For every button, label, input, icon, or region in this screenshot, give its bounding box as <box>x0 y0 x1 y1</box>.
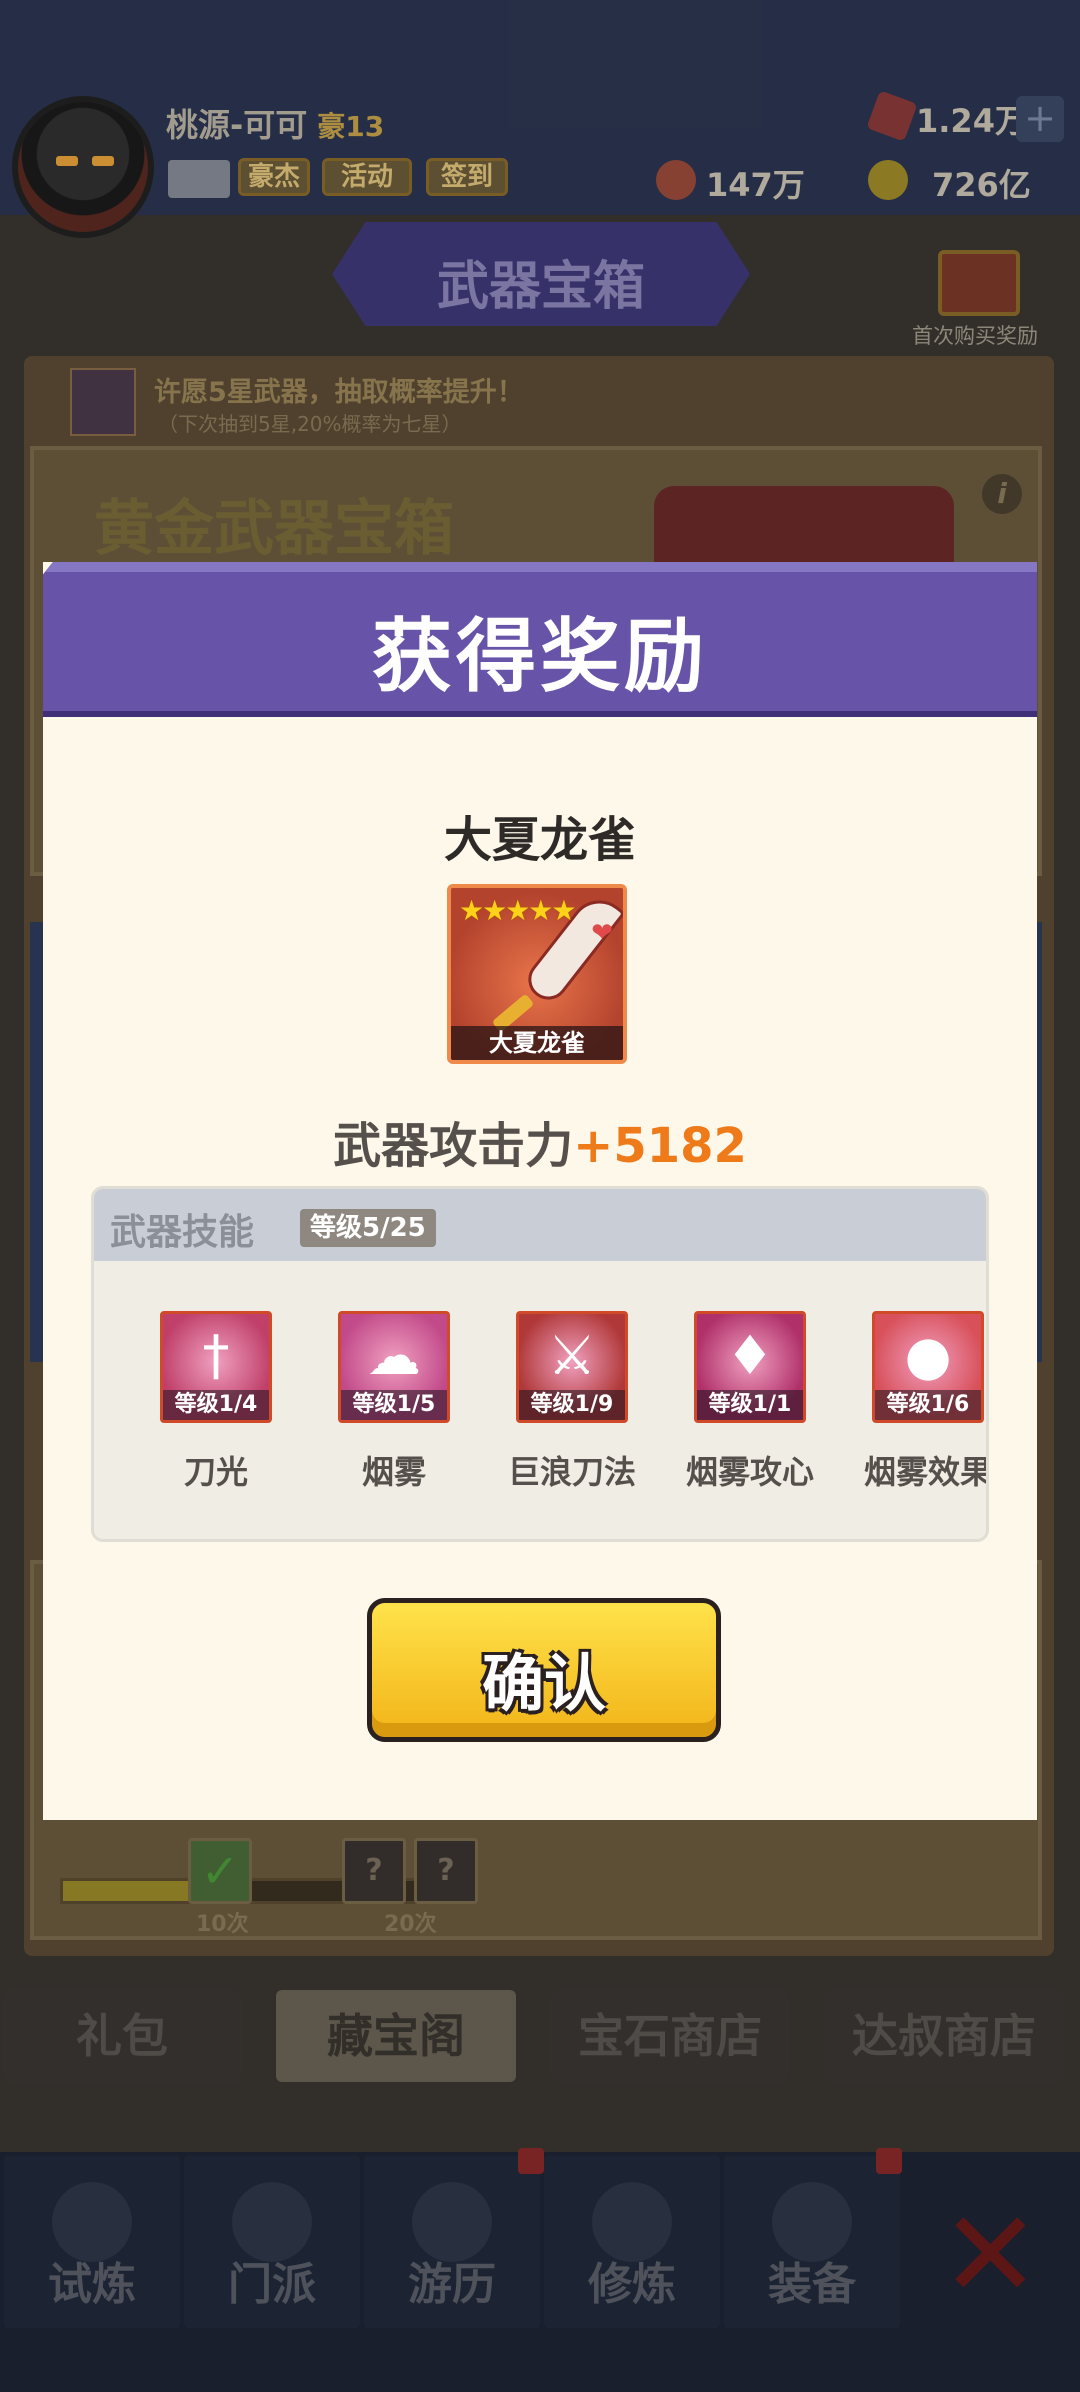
skill-item[interactable]: ● 等级1/6 烟雾效果 <box>840 1311 989 1493</box>
skill-icon: ● 等级1/6 <box>872 1311 984 1423</box>
smoke-effect-icon: ● <box>904 1324 952 1387</box>
attack-line: 武器攻击力+5182 <box>43 1106 1037 1176</box>
star-rating: ★★★★★ <box>459 894 577 927</box>
skill-name: 巨浪刀法 <box>507 1453 636 1491</box>
wave-blade-icon: ⚔ <box>547 1324 597 1387</box>
skills-header: 武器技能 等级5/25 <box>94 1189 986 1261</box>
skill-level: 等级1/5 <box>341 1390 447 1420</box>
attack-label: 武器攻击力 <box>333 1118 574 1174</box>
skill-name: 烟雾攻心 <box>685 1453 814 1491</box>
reward-modal: 获得奖励 大夏龙雀 ★★★★★ ❤ 大夏龙雀 武器攻击力+5182 武器技能 等… <box>43 562 1037 1820</box>
skill-level: 等级1/1 <box>697 1390 803 1420</box>
skill-level: 等级1/9 <box>519 1390 625 1420</box>
attack-value: +5182 <box>573 1118 747 1174</box>
weapon-card-label: 大夏龙雀 <box>451 1026 623 1060</box>
blade-light-icon: † <box>202 1324 230 1387</box>
skill-item[interactable]: ⚔ 等级1/9 巨浪刀法 <box>484 1311 660 1493</box>
modal-header: 获得奖励 <box>43 562 1037 717</box>
skills-level-badge: 等级5/25 <box>300 1209 436 1247</box>
skills-title: 武器技能 <box>110 1212 255 1253</box>
skill-icon: † 等级1/4 <box>160 1311 272 1423</box>
skill-icon: ☁ 等级1/5 <box>338 1311 450 1423</box>
weapon-card[interactable]: ★★★★★ ❤ 大夏龙雀 <box>447 884 627 1064</box>
skill-name: 刀光 <box>183 1453 248 1491</box>
skill-level: 等级1/6 <box>875 1390 981 1420</box>
confirm-label: 确认 <box>481 1647 606 1720</box>
skill-name: 烟雾 <box>361 1453 426 1491</box>
confirm-button[interactable]: 确认 <box>367 1598 721 1742</box>
skill-item[interactable]: ☁ 等级1/5 烟雾 <box>306 1311 482 1493</box>
heart-icon: ❤ <box>591 918 613 948</box>
skill-level: 等级1/4 <box>163 1390 269 1420</box>
skill-item[interactable]: ♦ 等级1/1 烟雾攻心 <box>662 1311 838 1493</box>
skills-panel: 武器技能 等级5/25 † 等级1/4 刀光 ☁ 等级1/5 烟雾 ⚔ 等级1/9 巨… <box>91 1186 989 1542</box>
skill-icon: ♦ 等级1/1 <box>694 1311 806 1423</box>
skill-item[interactable]: † 等级1/4 刀光 <box>128 1311 304 1493</box>
smoke-icon: ☁ <box>367 1324 421 1387</box>
skill-icon: ⚔ 等级1/9 <box>516 1311 628 1423</box>
skill-name: 烟雾效果 <box>863 1453 989 1491</box>
modal-title: 获得奖励 <box>372 610 708 703</box>
smoke-attack-icon: ♦ <box>725 1324 775 1387</box>
weapon-name: 大夏龙雀 <box>443 812 636 868</box>
